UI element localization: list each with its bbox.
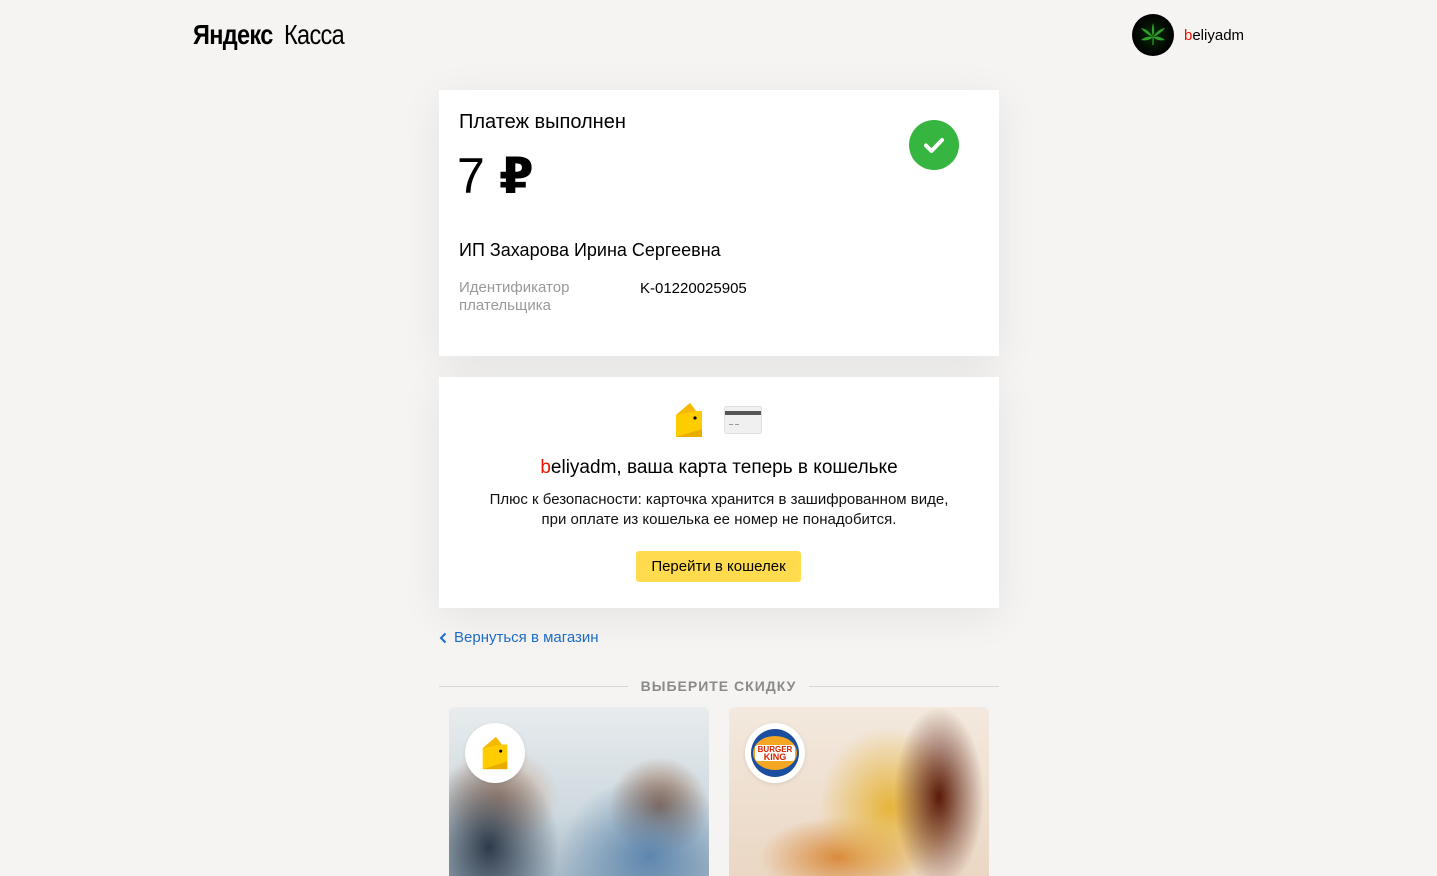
check-circle-icon — [909, 120, 959, 170]
amount-value: 7 — [457, 148, 485, 204]
back-to-shop-link[interactable]: Вернуться в магазин — [439, 629, 599, 646]
username-rest: eliyadm — [1192, 26, 1245, 44]
yandex-kassa-logo[interactable]: Яндекс Касса — [193, 18, 355, 52]
discount-card-yandex-money[interactable] — [449, 707, 709, 876]
burger-king-logo: BURGER KING — [745, 723, 805, 783]
logo-part-yandex: Яндекс — [193, 19, 273, 50]
avatar — [1132, 14, 1174, 56]
wallet-title: beliyadm, ваша карта теперь в кошельке — [439, 457, 999, 479]
divider-left — [439, 686, 628, 687]
payer-id-value: K-01220025905 — [640, 280, 747, 297]
payer-id-label: Идентификатор плательщика — [459, 279, 570, 314]
leaf-icon — [1141, 23, 1165, 45]
discount-card-burger-king[interactable]: BURGER KING — [729, 707, 989, 876]
user-menu[interactable]: beliyadm — [1132, 14, 1244, 56]
merchant-name: ИП Захарова Ирина Сергеевна — [459, 240, 721, 260]
wallet-description: Плюс к безопасности: карточка хранится в… — [439, 490, 999, 530]
wallet-icons — [674, 401, 762, 439]
wallet-icon — [676, 403, 702, 437]
bank-card-icon — [724, 406, 762, 434]
go-to-wallet-button[interactable]: Перейти в кошелек — [636, 551, 801, 582]
wallet-desc-line-1: Плюс к безопасности: карточка хранится в… — [489, 491, 949, 508]
currency-sign: ₽ — [498, 148, 534, 204]
wallet-title-first-letter: b — [540, 457, 551, 478]
payment-amount: 7 ₽ — [457, 146, 534, 206]
discounts-title: ВЫБЕРИТЕ СКИДКУ — [640, 678, 797, 694]
wallet-promo-card: beliyadm, ваша карта теперь в кошельке П… — [439, 377, 999, 608]
burger-king-logo-icon: BURGER KING — [751, 729, 799, 777]
payment-success-page: Яндекс Касса beliyadm Платеж выполнен 7 … — [0, 0, 1437, 876]
back-to-shop-label: Вернуться в магазин — [454, 629, 599, 646]
wallet-icon — [482, 736, 508, 770]
username: beliyadm — [1184, 27, 1244, 44]
wallet-desc-line-2: при оплате из кошелька ее номер не понад… — [541, 511, 897, 528]
wallet-title-rest: eliyadm, ваша карта теперь в кошельке — [550, 457, 898, 478]
divider-right — [809, 686, 999, 687]
svg-text:KING: KING — [764, 752, 787, 762]
chevron-left-icon — [439, 632, 447, 643]
payment-result-card: Платеж выполнен 7 ₽ ИП Захарова Ирина Се… — [439, 90, 999, 356]
yandex-money-logo — [465, 723, 525, 783]
payment-status-title: Платеж выполнен — [459, 111, 626, 133]
logo-part-kassa: Касса — [283, 19, 345, 50]
